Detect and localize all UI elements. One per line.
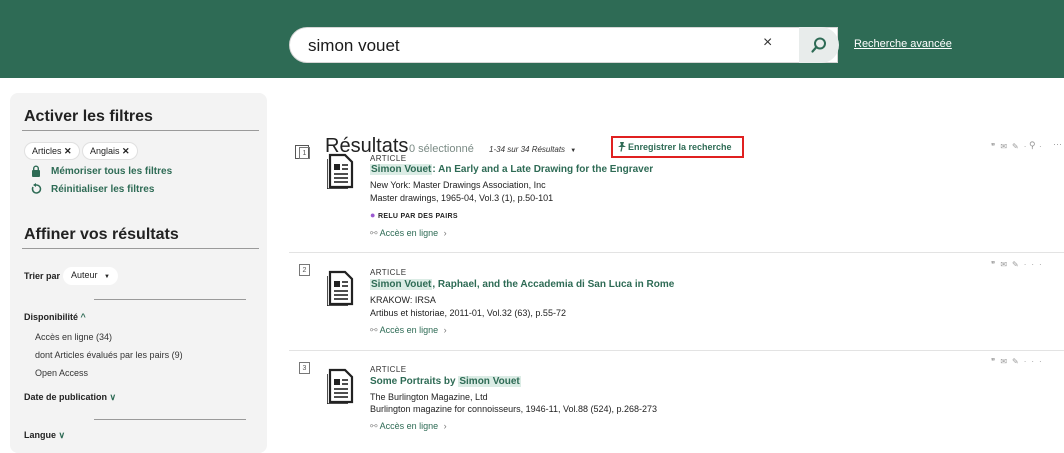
- result-actions: ❞✉✎···: [991, 142, 1047, 151]
- sort-label: Trier par: [24, 271, 61, 281]
- email-icon[interactable]: ✉: [1000, 142, 1012, 151]
- result-publisher: New York: Master Drawings Association, I…: [370, 180, 546, 190]
- more-options-icon[interactable]: ···: [1024, 142, 1047, 151]
- refine-results-title: Affiner vos résultats: [24, 226, 179, 243]
- result-item: 3 ARTICLE Some Portraits by Simon Vouet …: [289, 357, 1064, 441]
- email-icon[interactable]: ✉: [1000, 260, 1012, 269]
- title-rest: : An Early and a Late Drawing for the En…: [432, 164, 654, 175]
- peer-reviewed-icon: ●: [370, 210, 376, 220]
- divider: [22, 248, 259, 249]
- availability-toggle[interactable]: Disponibilité ^: [24, 312, 86, 322]
- result-source: Burlington magazine for connoisseurs, 19…: [370, 404, 658, 414]
- cite-icon[interactable]: ❞: [991, 357, 1000, 366]
- online-access-link[interactable]: ⚯ Accès en ligne ›: [370, 228, 447, 239]
- highlighted-term: Simon Vouet: [370, 164, 433, 175]
- divider: [289, 350, 1064, 351]
- language-filter-toggle[interactable]: Langue ∨: [24, 430, 65, 441]
- peer-reviewed-badge: ● RELU PAR DES PAIRS: [370, 210, 458, 220]
- advanced-search-link[interactable]: Recherche avancée: [854, 38, 952, 50]
- chevron-down-icon: ▼: [104, 274, 110, 280]
- result-actions: ❞✉✎···: [991, 357, 1047, 366]
- result-number[interactable]: 2: [299, 264, 310, 276]
- result-item: 2 ARTICLE Simon Vouet, Raphael, and the …: [289, 260, 1064, 351]
- filter-chip-anglais[interactable]: Anglais ✕: [82, 142, 138, 160]
- search-input[interactable]: [308, 36, 748, 56]
- remove-chip-icon[interactable]: ✕: [64, 146, 72, 156]
- divider: [289, 252, 1064, 253]
- result-type: ARTICLE: [370, 268, 407, 277]
- chevron-up-icon: ^: [80, 312, 86, 322]
- result-source: Artibus et historiae, 2011-01, Vol.32 (6…: [370, 308, 566, 318]
- link-icon: ⚯: [370, 421, 378, 431]
- chevron-right-icon: ›: [443, 228, 447, 238]
- email-icon[interactable]: ✉: [1000, 357, 1012, 366]
- language-label: Langue: [24, 430, 57, 440]
- sort-select[interactable]: Auteur ▼: [63, 267, 118, 285]
- article-document-icon: [327, 153, 354, 189]
- activate-filters-title: Activer les filtres: [24, 108, 153, 125]
- result-publisher: The Burlington Magazine, Ltd: [370, 392, 488, 402]
- result-actions: ❞✉✎···: [991, 260, 1047, 269]
- filter-chip-articles[interactable]: Articles ✕: [24, 142, 80, 160]
- chevron-down-icon: ∨: [109, 392, 117, 402]
- title-prefix: Some Portraits by: [370, 376, 459, 387]
- chevron-right-icon: ›: [443, 421, 447, 431]
- article-document-icon: [327, 270, 354, 306]
- divider: [22, 130, 259, 131]
- result-type: ARTICLE: [370, 365, 407, 374]
- chevron-right-icon: ›: [443, 325, 447, 335]
- result-title-link[interactable]: Simon Vouet: An Early and a Late Drawing…: [370, 164, 653, 175]
- reset-filters-link[interactable]: Réinitialiser les filtres: [51, 184, 154, 195]
- divider: [94, 299, 246, 300]
- result-title-link[interactable]: Simon Vouet, Raphael, and the Accademia …: [370, 279, 674, 290]
- access-label: Accès en ligne: [379, 228, 439, 238]
- cite-icon[interactable]: ❞: [991, 260, 1000, 269]
- remove-chip-icon[interactable]: ✕: [122, 146, 130, 156]
- more-options-icon[interactable]: ···: [1024, 357, 1047, 366]
- sort-value: Auteur: [71, 270, 98, 280]
- lock-icon: [32, 165, 40, 177]
- pin-icon[interactable]: ✎: [1012, 357, 1024, 366]
- chip-label: Anglais: [90, 146, 120, 156]
- pin-icon[interactable]: ✎: [1012, 260, 1024, 269]
- pin-icon[interactable]: ✎: [1012, 142, 1024, 151]
- result-number[interactable]: 1: [299, 147, 310, 159]
- clear-search-icon[interactable]: ×: [763, 34, 772, 52]
- result-item: 1 ARTICLE Simon Vouet: An Early and a La…: [289, 142, 1064, 253]
- filter-option-online[interactable]: Accès en ligne (34): [35, 332, 112, 342]
- cite-icon[interactable]: ❞: [991, 142, 1000, 151]
- result-source: Master drawings, 1965-04, Vol.3 (1), p.5…: [370, 193, 554, 203]
- divider: [94, 419, 246, 420]
- filter-option-peer-reviewed[interactable]: dont Articles évalués par les pairs (9): [35, 350, 183, 360]
- date-filter-toggle[interactable]: Date de publication ∨: [24, 392, 116, 403]
- result-type: ARTICLE: [370, 154, 407, 163]
- result-number[interactable]: 3: [299, 362, 310, 374]
- result-title-link[interactable]: Some Portraits by Simon Vouet: [370, 376, 521, 387]
- title-rest: , Raphael, and the Accademia di San Luca…: [432, 279, 675, 290]
- search-button[interactable]: [799, 27, 839, 63]
- link-icon: ⚯: [370, 228, 378, 238]
- peer-label: RELU PAR DES PAIRS: [378, 213, 458, 220]
- access-label: Accès en ligne: [379, 325, 439, 335]
- search-box[interactable]: ×: [289, 27, 838, 63]
- link-icon: ⚯: [370, 325, 378, 335]
- online-access-link[interactable]: ⚯ Accès en ligne ›: [370, 325, 447, 336]
- article-document-icon: [327, 368, 354, 404]
- access-label: Accès en ligne: [379, 421, 439, 431]
- online-access-link[interactable]: ⚯ Accès en ligne ›: [370, 421, 447, 432]
- chevron-down-icon: ∨: [58, 430, 66, 440]
- header-bar: × Recherche avancée: [0, 0, 1064, 78]
- highlighted-term: Simon Vouet: [370, 279, 433, 290]
- highlighted-term: Simon Vouet: [458, 376, 521, 387]
- chip-label: Articles: [32, 146, 62, 156]
- result-publisher: KRAKOW: IRSA: [370, 295, 436, 305]
- date-label: Date de publication: [24, 392, 108, 402]
- availability-label: Disponibilité: [24, 312, 78, 322]
- reset-icon: [31, 183, 42, 194]
- more-options-icon[interactable]: ···: [1024, 260, 1047, 269]
- memorize-filters-link[interactable]: Mémoriser tous les filtres: [51, 166, 172, 177]
- search-icon: [811, 37, 826, 53]
- filter-option-open-access[interactable]: Open Access: [35, 368, 88, 378]
